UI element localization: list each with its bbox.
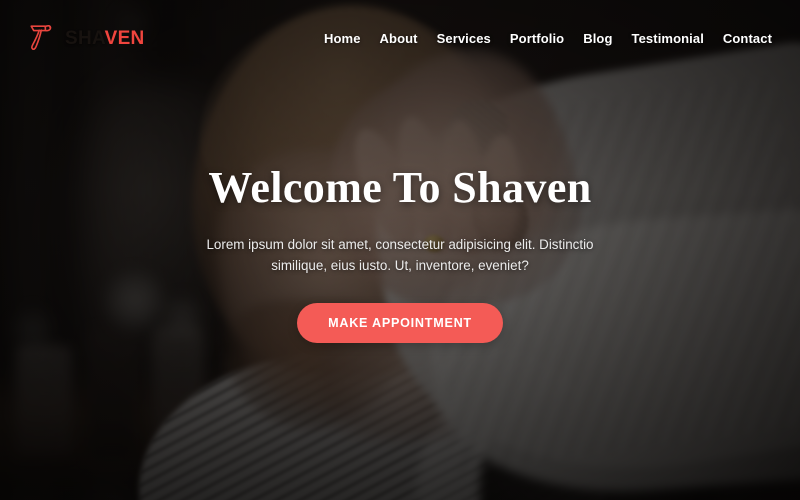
nav-item-about[interactable]: About xyxy=(380,31,418,46)
nav-item-testimonial[interactable]: Testimonial xyxy=(632,31,704,46)
main-navigation: Home About Services Portfolio Blog Testi… xyxy=(324,31,772,46)
make-appointment-button[interactable]: MAKE APPOINTMENT xyxy=(297,303,503,344)
hero-title: Welcome To Shaven xyxy=(208,162,592,212)
hero-section: SHAVEN Home About Services Portfolio Blo… xyxy=(0,0,800,500)
nav-item-portfolio[interactable]: Portfolio xyxy=(510,31,564,46)
nav-item-home[interactable]: Home xyxy=(324,31,361,46)
logo-text-accent: VEN xyxy=(104,27,145,49)
hero-subtitle: Lorem ipsum dolor sit amet, consectetur … xyxy=(206,236,594,274)
site-header: SHAVEN Home About Services Portfolio Blo… xyxy=(0,0,800,76)
logo[interactable]: SHAVEN xyxy=(26,23,145,54)
nav-item-contact[interactable]: Contact xyxy=(723,31,772,46)
nav-item-blog[interactable]: Blog xyxy=(583,31,612,46)
logo-text-primary: SHA xyxy=(65,27,105,49)
razor-icon xyxy=(26,20,60,54)
nav-item-services[interactable]: Services xyxy=(437,31,491,46)
logo-text: SHAVEN xyxy=(65,29,145,48)
